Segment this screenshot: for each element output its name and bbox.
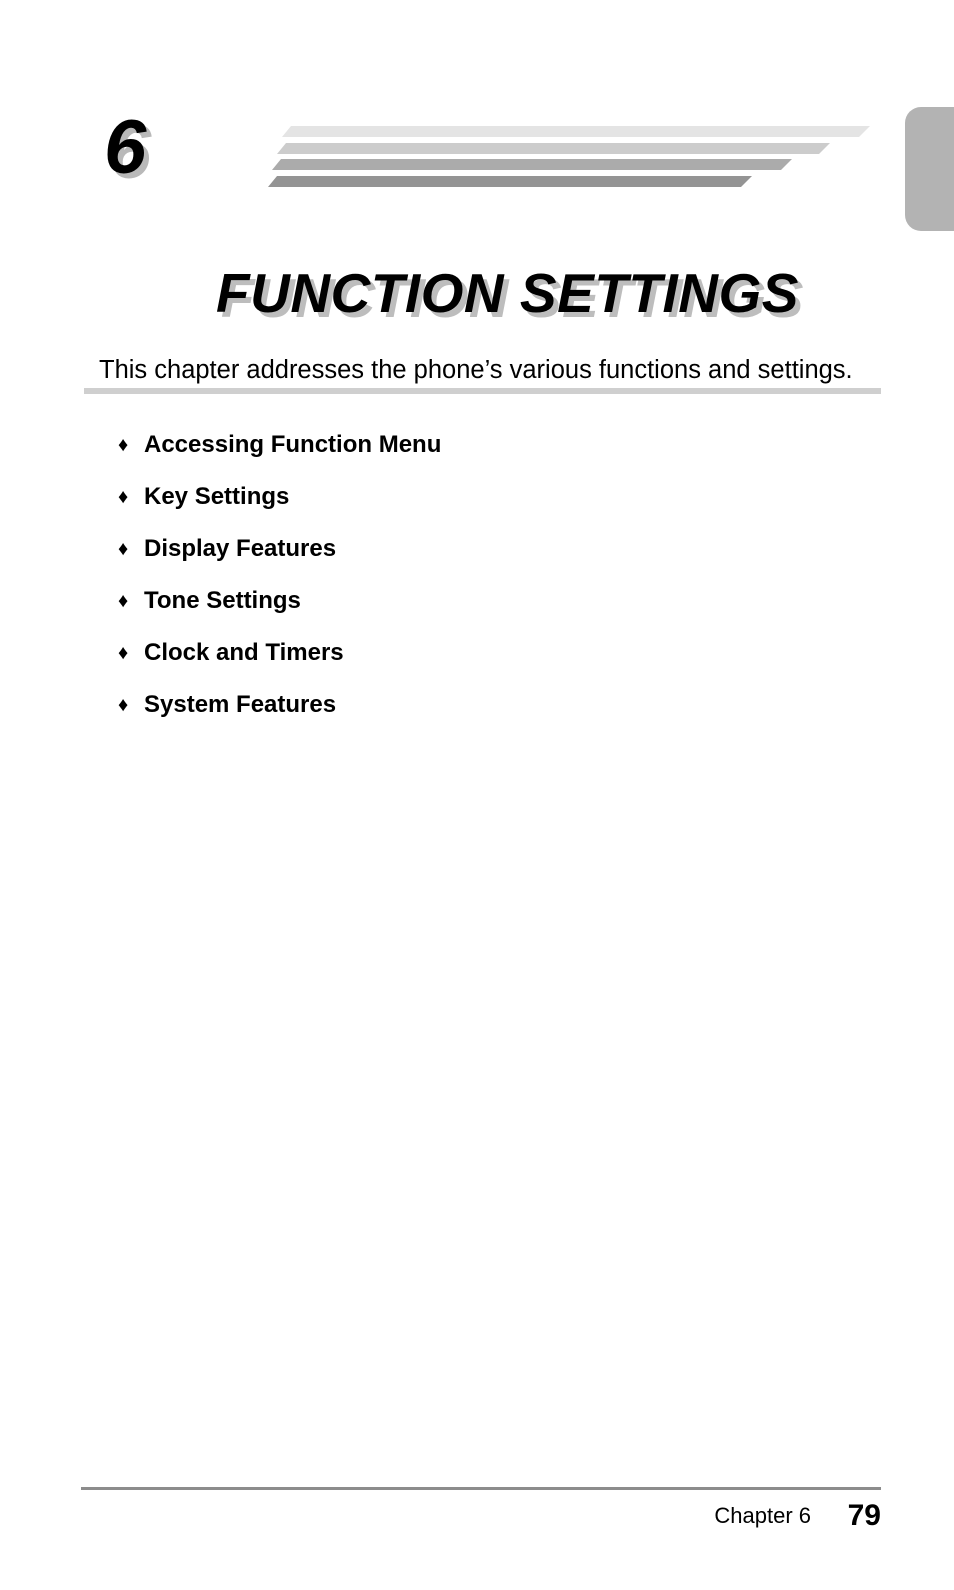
list-item-label: Tone Settings (144, 587, 301, 614)
list-item: ♦ Display Features (118, 534, 818, 586)
decorative-stripe-2 (277, 143, 830, 154)
diamond-bullet-icon: ♦ (118, 486, 129, 508)
intro-divider (84, 388, 881, 394)
chapter-thumb-tab (905, 107, 954, 231)
chapter-number: 6 (104, 105, 146, 190)
diamond-bullet-icon: ♦ (118, 694, 129, 716)
diamond-bullet-icon: ♦ (118, 434, 129, 456)
list-item-label: Clock and Timers (144, 639, 344, 666)
list-item-label: System Features (144, 691, 337, 718)
decorative-stripe-4 (268, 176, 752, 187)
list-item-label: Accessing Function Menu (144, 431, 442, 458)
list-item: ♦ Tone Settings (118, 586, 818, 638)
diamond-bullet-icon: ♦ (118, 538, 129, 560)
decorative-stripe-3 (272, 159, 792, 170)
document-page: 6 FUNCTION SETTINGS This chapter address… (0, 0, 954, 1590)
list-item: ♦ System Features (118, 690, 818, 742)
list-item: ♦ Accessing Function Menu (118, 430, 818, 482)
page-title: FUNCTION SETTINGS (216, 261, 799, 324)
list-item: ♦ Key Settings (118, 482, 818, 534)
diamond-bullet-icon: ♦ (118, 642, 129, 664)
page-footer: Chapter 6 79 (81, 1492, 881, 1540)
footer-chapter-label: Chapter 6 (714, 1503, 811, 1528)
list-item-label: Key Settings (144, 483, 290, 510)
footer-divider (81, 1487, 881, 1490)
decorative-stripe-1 (282, 126, 870, 137)
diamond-bullet-icon: ♦ (118, 590, 129, 612)
chapter-topic-list: ♦ Accessing Function Menu ♦ Key Settings… (118, 430, 818, 742)
page-number: 79 (847, 1499, 881, 1532)
chapter-intro-text: This chapter addresses the phone’s vario… (99, 355, 853, 384)
list-item-label: Display Features (144, 535, 337, 562)
list-item: ♦ Clock and Timers (118, 638, 818, 690)
